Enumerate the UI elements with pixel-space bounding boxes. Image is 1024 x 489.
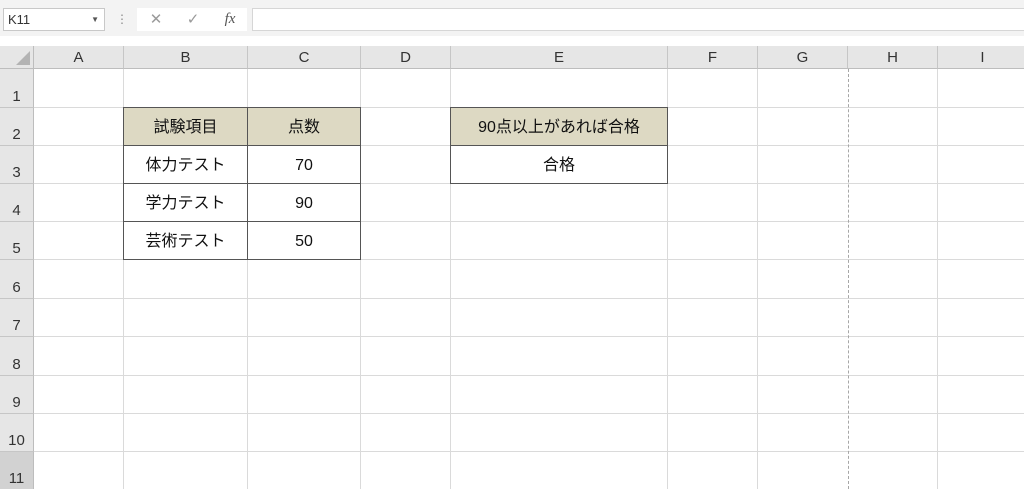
row-header-1[interactable]: 1 bbox=[0, 69, 34, 108]
result-value[interactable]: 合格 bbox=[450, 145, 668, 184]
column-header-b[interactable]: B bbox=[124, 46, 248, 69]
row-header-6[interactable]: 6 bbox=[0, 260, 34, 299]
cell-test-name[interactable]: 体力テスト bbox=[123, 145, 248, 184]
row-header-11[interactable]: 11 bbox=[0, 452, 34, 489]
row-header-5[interactable]: 5 bbox=[0, 222, 34, 260]
chevron-down-icon[interactable]: ▼ bbox=[91, 9, 99, 30]
cell-score[interactable]: 50 bbox=[247, 221, 361, 260]
drag-handle-icon[interactable]: ⋮ bbox=[116, 8, 128, 31]
select-all-button[interactable] bbox=[0, 46, 34, 69]
name-box-value: K11 bbox=[8, 12, 31, 27]
column-header-e[interactable]: E bbox=[451, 46, 668, 69]
insert-function-icon[interactable]: fx bbox=[219, 8, 241, 31]
result-header[interactable]: 90点以上があれば合格 bbox=[450, 107, 668, 146]
row-header-10[interactable]: 10 bbox=[0, 414, 34, 452]
row-header-7[interactable]: 7 bbox=[0, 299, 34, 337]
cell-test-name[interactable]: 芸術テスト bbox=[123, 221, 248, 260]
header-score[interactable]: 点数 bbox=[247, 107, 361, 146]
formula-bar: K11 ▼ ⋮ ✕ ✓ fx bbox=[0, 0, 1024, 36]
column-header-a[interactable]: A bbox=[34, 46, 124, 69]
column-header-f[interactable]: F bbox=[668, 46, 758, 69]
page-break-line bbox=[848, 69, 849, 489]
cell-test-name[interactable]: 学力テスト bbox=[123, 183, 248, 222]
column-header-c[interactable]: C bbox=[248, 46, 361, 69]
row-header-2[interactable]: 2 bbox=[0, 108, 34, 146]
row-header-3[interactable]: 3 bbox=[0, 146, 34, 184]
select-all-icon bbox=[16, 51, 30, 65]
row-header-4[interactable]: 4 bbox=[0, 184, 34, 222]
header-test-item[interactable]: 試験項目 bbox=[123, 107, 248, 146]
enter-icon[interactable]: ✓ bbox=[182, 8, 204, 31]
column-header-g[interactable]: G bbox=[758, 46, 848, 69]
column-header-h[interactable]: H bbox=[848, 46, 938, 69]
formula-input[interactable] bbox=[252, 8, 1024, 31]
row-header-9[interactable]: 9 bbox=[0, 376, 34, 414]
row-header-8[interactable]: 8 bbox=[0, 337, 34, 376]
cell-score[interactable]: 70 bbox=[247, 145, 361, 184]
name-box[interactable]: K11 ▼ bbox=[3, 8, 105, 31]
formula-buttons: ✕ ✓ fx bbox=[137, 8, 247, 31]
cancel-icon[interactable]: ✕ bbox=[145, 8, 167, 31]
column-header-i[interactable]: I bbox=[938, 46, 1024, 69]
column-header-d[interactable]: D bbox=[361, 46, 451, 69]
cell-score[interactable]: 90 bbox=[247, 183, 361, 222]
